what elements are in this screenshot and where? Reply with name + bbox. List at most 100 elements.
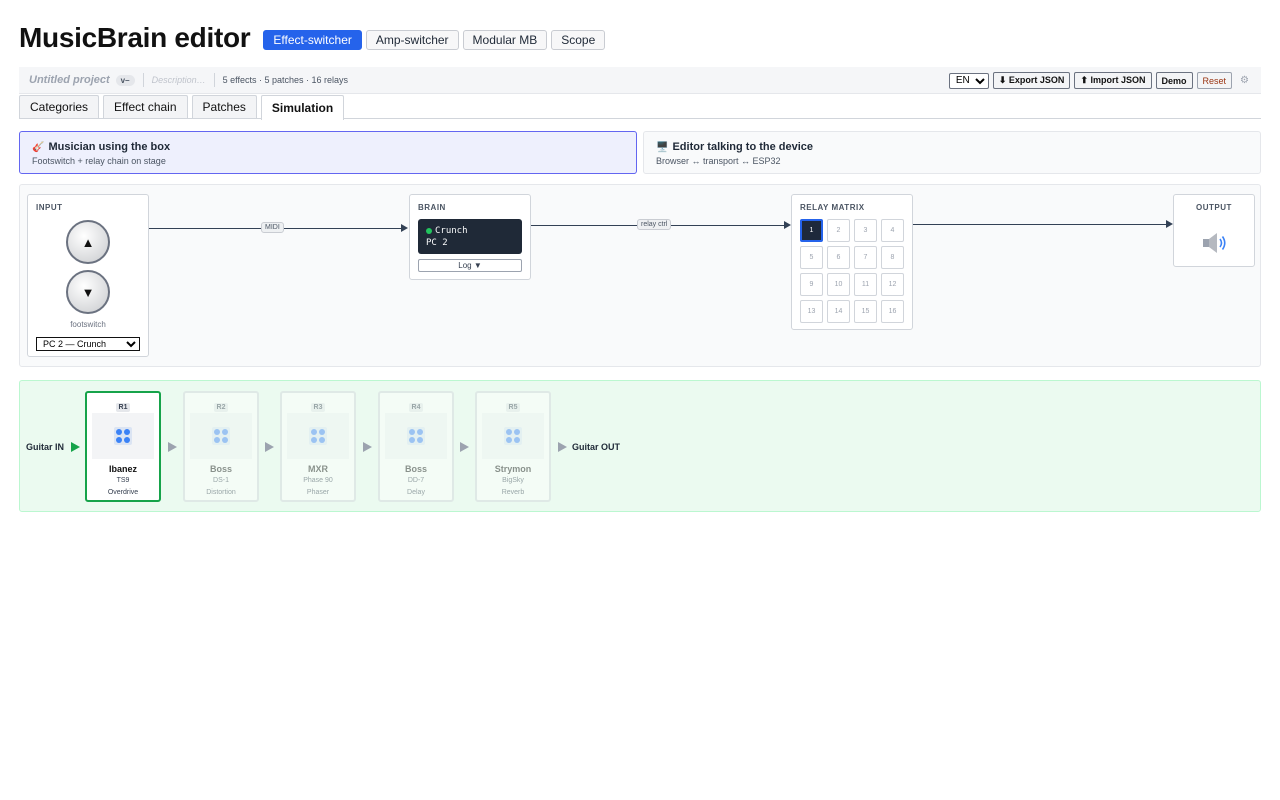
pedal-model: Phase 90 — [303, 477, 333, 484]
relay-cell[interactable]: 8 — [881, 246, 904, 269]
status-led-icon — [426, 227, 432, 234]
relay-cell[interactable]: 7 — [854, 246, 877, 269]
footswitch-up-button[interactable]: ▲ — [66, 220, 110, 264]
app-header: MusicBrain editor Effect-switcher Amp-sw… — [19, 22, 606, 54]
pedal-card-r4[interactable]: R4 Boss DD-7 Delay — [378, 391, 454, 502]
project-description[interactable]: Description… — [152, 75, 206, 85]
log-toggle-button[interactable]: Log ▼ — [418, 259, 522, 272]
mode-tab-effect-switcher[interactable]: Effect-switcher — [263, 30, 362, 50]
effect-chain-strip: Guitar IN R1 Ibanez TS9 Overdrive R2 Bos… — [19, 380, 1261, 512]
pedal-brand: Boss — [209, 464, 232, 474]
relay-cell[interactable]: 12 — [881, 273, 904, 296]
output-label: OUTPUT — [1196, 203, 1232, 212]
relay-cell[interactable]: 4 — [881, 219, 904, 242]
project-name[interactable]: Untitled project — [29, 74, 110, 86]
pedal-model: BigSky — [502, 477, 524, 484]
tab-patches[interactable]: Patches — [191, 95, 257, 118]
brain-label: BRAIN — [418, 203, 446, 212]
view-card-editor[interactable]: 🖥️ Editor talking to the device Browser … — [643, 131, 1261, 174]
relay-cell[interactable]: 13 — [800, 300, 823, 323]
pedal-card-r3[interactable]: R3 MXR Phase 90 Phaser — [280, 391, 356, 502]
relay-matrix-box: RELAY MATRIX 1 2 3 4 5 6 7 8 9 10 11 12 13 14 15 16 — [791, 194, 913, 330]
input-label: INPUT — [36, 203, 63, 212]
tab-simulation[interactable]: Simulation — [260, 95, 345, 120]
pedal-category: Overdrive — [107, 489, 139, 496]
brain-display: Crunch PC 2 — [418, 219, 522, 254]
view-card-subtitle: Browser ↔ transport ↔ ESP32 — [656, 156, 781, 166]
demo-button[interactable]: Demo — [1155, 72, 1193, 89]
footswitch-down-button[interactable]: ▼ — [66, 270, 110, 314]
midi-label: MIDI — [261, 222, 284, 233]
relay-grid: 1 2 3 4 5 6 7 8 9 10 11 12 13 14 15 16 — [800, 219, 904, 323]
brain-patch-pc: PC 2 — [426, 238, 448, 248]
guitar-icon: 🎸 — [32, 141, 45, 153]
chain-arrow-icon — [168, 442, 177, 452]
relay-tag: R1 — [115, 403, 131, 412]
pedal-image — [482, 413, 544, 459]
version-badge[interactable]: v– — [115, 74, 135, 86]
relay-tag: R2 — [213, 403, 229, 412]
relay-ctrl-label: relay ctrl — [637, 219, 672, 230]
relay-cell[interactable]: 5 — [800, 246, 823, 269]
settings-icon[interactable]: ⚙ — [1240, 75, 1249, 86]
relay-cell[interactable]: 16 — [881, 300, 904, 323]
pedal-model: DD-7 — [407, 477, 425, 484]
view-card-musician[interactable]: 🎸 Musician using the box Footswitch + re… — [19, 131, 637, 174]
play-arrow-icon — [71, 442, 80, 452]
pedal-category: Delay — [407, 489, 425, 496]
project-actions: EN ⬇ Export JSON ⬆ Import JSON Demo Rese… — [948, 72, 1249, 89]
chain-arrow-icon — [265, 442, 274, 452]
relay-matrix-label: RELAY MATRIX — [800, 203, 865, 212]
view-card-title: Editor talking to the device — [672, 141, 814, 153]
pedal-category: Reverb — [501, 489, 525, 496]
pedal-brand: Boss — [404, 464, 427, 474]
relay-cell[interactable]: 11 — [854, 273, 877, 296]
pedal-image — [92, 413, 154, 459]
view-card-title: Musician using the box — [48, 141, 171, 153]
relay-cell[interactable]: 10 — [827, 273, 850, 296]
export-json-button[interactable]: ⬇ Export JSON — [992, 72, 1071, 89]
output-wire — [913, 224, 1166, 225]
pedal-category: Distortion — [206, 489, 236, 496]
pedal-icon — [309, 427, 327, 445]
monitor-icon: 🖥️ — [656, 141, 669, 153]
relay-cell[interactable]: 14 — [827, 300, 850, 323]
guitar-out-label: Guitar OUT — [572, 442, 621, 452]
relay-tag: R4 — [408, 403, 424, 412]
pedal-icon — [504, 427, 522, 445]
pedal-image — [190, 413, 252, 459]
relay-cell[interactable]: 9 — [800, 273, 823, 296]
chain-arrow-icon — [558, 442, 567, 452]
pedal-category: Phaser — [306, 489, 330, 496]
language-select[interactable]: EN — [948, 72, 989, 89]
relay-cell[interactable]: 15 — [854, 300, 877, 323]
pedal-image — [385, 413, 447, 459]
pedal-card-r2[interactable]: R2 Boss DS-1 Distortion — [183, 391, 259, 502]
pedal-model: DS-1 — [213, 477, 229, 484]
view-card-subtitle: Footswitch + relay chain on stage — [32, 156, 166, 166]
pedal-icon — [114, 427, 132, 445]
app-title: MusicBrain editor — [19, 22, 251, 53]
tab-effect-chain[interactable]: Effect chain — [103, 95, 188, 118]
relay-cell[interactable]: 3 — [854, 219, 877, 242]
tab-categories[interactable]: Categories — [19, 95, 100, 118]
pedal-card-r5[interactable]: R5 Strymon BigSky Reverb — [475, 391, 551, 502]
chain-arrow-icon — [363, 442, 372, 452]
mode-tabs: Effect-switcher Amp-switcher Modular MB … — [263, 30, 606, 50]
mode-tab-amp-switcher[interactable]: Amp-switcher — [365, 30, 459, 50]
speaker-icon — [1203, 233, 1226, 253]
patch-select[interactable]: PC 2 — Crunch — [36, 337, 140, 351]
mode-tab-scope[interactable]: Scope — [551, 30, 606, 50]
relay-cell[interactable]: 1 — [800, 219, 823, 242]
relay-cell[interactable]: 2 — [827, 219, 850, 242]
reset-button[interactable]: Reset — [1196, 72, 1233, 89]
signal-flow-panel: MIDI relay ctrl INPUT ▲ ▼ footswitch PC … — [19, 184, 1261, 367]
pedal-card-r1[interactable]: R1 Ibanez TS9 Overdrive — [85, 391, 161, 502]
relay-cell[interactable]: 6 — [827, 246, 850, 269]
import-json-button[interactable]: ⬆ Import JSON — [1074, 72, 1152, 89]
main-tabs: Categories Effect chain Patches Simulati… — [19, 95, 1261, 120]
pedal-image — [287, 413, 349, 459]
project-bar: Untitled project v– Description… 5 effec… — [19, 67, 1261, 94]
pedal-brand: Ibanez — [108, 464, 137, 474]
mode-tab-modular-mb[interactable]: Modular MB — [462, 30, 548, 50]
